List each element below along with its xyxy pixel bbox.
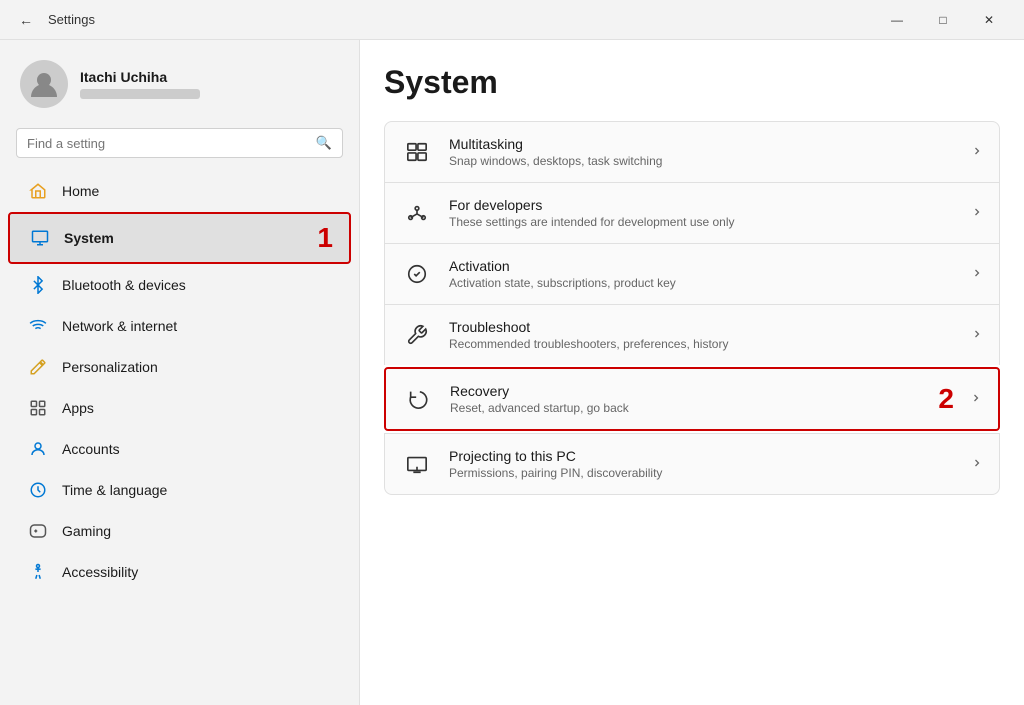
settings-list: Multitasking Snap windows, desktops, task… — [384, 121, 1000, 495]
sidebar-item-label-gaming: Gaming — [62, 523, 111, 539]
user-email-blur — [80, 89, 200, 99]
search-icon: 🔍 — [316, 135, 332, 151]
time-icon — [28, 480, 48, 500]
recovery-desc: Reset, advanced startup, go back — [450, 401, 914, 415]
accessibility-icon — [28, 562, 48, 582]
sidebar-item-accessibility[interactable]: Accessibility — [8, 552, 351, 592]
sidebar-item-apps[interactable]: Apps — [8, 388, 351, 428]
setting-item-activation[interactable]: Activation Activation state, subscription… — [384, 243, 1000, 304]
multitasking-chevron-icon — [971, 145, 983, 160]
sidebar-item-bluetooth[interactable]: Bluetooth & devices — [8, 265, 351, 305]
step-badge-content-2: 2 — [938, 385, 954, 413]
system-icon — [30, 228, 50, 248]
main-layout: Itachi Uchiha 🔍 Home System 1 Bluetooth & d… — [0, 40, 1024, 705]
setting-item-troubleshoot[interactable]: Troubleshoot Recommended troubleshooters,… — [384, 304, 1000, 365]
recovery-name: Recovery — [450, 383, 914, 399]
projecting-text: Projecting to this PC Permissions, pairin… — [449, 448, 955, 480]
apps-icon — [28, 398, 48, 418]
troubleshoot-icon — [401, 319, 433, 351]
projecting-desc: Permissions, pairing PIN, discoverabilit… — [449, 466, 955, 480]
sidebar-item-label-time: Time & language — [62, 482, 167, 498]
step-badge-1: 1 — [317, 224, 333, 252]
sidebar-item-accounts[interactable]: Accounts — [8, 429, 351, 469]
page-title: System — [384, 64, 1000, 101]
developers-chevron-icon — [971, 206, 983, 221]
troubleshoot-text: Troubleshoot Recommended troubleshooters,… — [449, 319, 955, 351]
sidebar-item-label-system: System — [64, 230, 114, 246]
setting-item-multitasking[interactable]: Multitasking Snap windows, desktops, task… — [384, 121, 1000, 182]
activation-name: Activation — [449, 258, 955, 274]
search-input[interactable] — [27, 136, 308, 151]
sidebar-item-label-accessibility: Accessibility — [62, 564, 138, 580]
setting-item-developers[interactable]: For developers These settings are intende… — [384, 182, 1000, 243]
recovery-icon — [402, 383, 434, 415]
maximize-button[interactable]: □ — [920, 4, 966, 36]
multitasking-desc: Snap windows, desktops, task switching — [449, 154, 955, 168]
developers-name: For developers — [449, 197, 955, 213]
troubleshoot-chevron-icon — [971, 328, 983, 343]
developers-text: For developers These settings are intende… — [449, 197, 955, 229]
accounts-icon — [28, 439, 48, 459]
sidebar: Itachi Uchiha 🔍 Home System 1 Bluetooth & d… — [0, 40, 360, 705]
user-info: Itachi Uchiha — [80, 69, 200, 99]
activation-icon — [401, 258, 433, 290]
multitasking-name: Multitasking — [449, 136, 955, 152]
nav-list: Home System 1 Bluetooth & devices Network & … — [0, 170, 359, 593]
content-area: System Multitasking Snap windows, desktop… — [360, 40, 1024, 705]
multitasking-text: Multitasking Snap windows, desktops, task… — [449, 136, 955, 168]
title-bar: ← Settings — □ ✕ — [0, 0, 1024, 40]
app-title: Settings — [48, 12, 874, 27]
sidebar-item-label-apps: Apps — [62, 400, 94, 416]
recovery-text: Recovery Reset, advanced startup, go back — [450, 383, 914, 415]
sidebar-item-gaming[interactable]: Gaming — [8, 511, 351, 551]
sidebar-item-label-bluetooth: Bluetooth & devices — [62, 277, 186, 293]
sidebar-item-home[interactable]: Home — [8, 171, 351, 211]
activation-chevron-icon — [971, 267, 983, 282]
sidebar-item-label-network: Network & internet — [62, 318, 177, 334]
sidebar-item-label-home: Home — [62, 183, 99, 199]
projecting-chevron-icon — [971, 457, 983, 472]
user-name: Itachi Uchiha — [80, 69, 200, 85]
bluetooth-icon — [28, 275, 48, 295]
developers-desc: These settings are intended for developm… — [449, 215, 955, 229]
activation-text: Activation Activation state, subscription… — [449, 258, 955, 290]
setting-item-projecting[interactable]: Projecting to this PC Permissions, pairin… — [384, 433, 1000, 495]
troubleshoot-name: Troubleshoot — [449, 319, 955, 335]
projecting-name: Projecting to this PC — [449, 448, 955, 464]
network-icon — [28, 316, 48, 336]
user-profile[interactable]: Itachi Uchiha — [0, 40, 359, 124]
search-box[interactable]: 🔍 — [16, 128, 343, 158]
search-container: 🔍 — [0, 124, 359, 170]
multitasking-icon — [401, 136, 433, 168]
sidebar-item-label-accounts: Accounts — [62, 441, 120, 457]
sidebar-item-system[interactable]: System 1 — [8, 212, 351, 264]
developers-icon — [401, 197, 433, 229]
recovery-chevron-icon — [970, 392, 982, 407]
sidebar-item-network[interactable]: Network & internet — [8, 306, 351, 346]
avatar — [20, 60, 68, 108]
back-button[interactable]: ← — [12, 6, 40, 34]
projecting-icon — [401, 448, 433, 480]
activation-desc: Activation state, subscriptions, product… — [449, 276, 955, 290]
close-button[interactable]: ✕ — [966, 4, 1012, 36]
gaming-icon — [28, 521, 48, 541]
window-controls: — □ ✕ — [874, 4, 1012, 36]
minimize-button[interactable]: — — [874, 4, 920, 36]
personalization-icon — [28, 357, 48, 377]
troubleshoot-desc: Recommended troubleshooters, preferences… — [449, 337, 955, 351]
home-icon — [28, 181, 48, 201]
sidebar-item-personalization[interactable]: Personalization — [8, 347, 351, 387]
setting-item-recovery[interactable]: Recovery Reset, advanced startup, go back… — [384, 367, 1000, 431]
sidebar-item-time[interactable]: Time & language — [8, 470, 351, 510]
sidebar-item-label-personalization: Personalization — [62, 359, 158, 375]
